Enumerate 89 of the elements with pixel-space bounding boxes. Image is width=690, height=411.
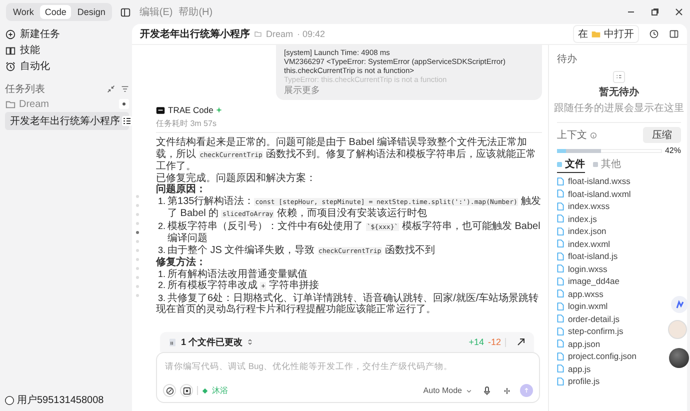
sidebar-item[interactable]: 新建任务 — [20, 27, 60, 41]
message-composer[interactable]: 请你编写代码、调试 Bug、优化性能等开发工作，交付生产级代码产物。 沐浴 Auto Mode — [156, 352, 540, 403]
list-number: 3. — [158, 244, 166, 256]
empty-title: 暂无待办 — [599, 86, 639, 99]
section-title: 任务列表 — [5, 82, 46, 96]
file-item[interactable]: login.wxss — [568, 264, 608, 274]
list-number: 3. — [158, 292, 166, 304]
file-item[interactable]: app.js — [568, 364, 591, 374]
filter-icon[interactable] — [121, 85, 129, 93]
file-item[interactable]: float-island.wxml — [568, 188, 631, 199]
todo-title: 待办 — [557, 52, 578, 66]
prompt-input[interactable]: 请你编写代码、调试 Bug、优化性能等开发工作，交付生产级代码产物。 — [163, 359, 533, 373]
file-item[interactable]: order-detail.js — [568, 314, 620, 324]
added-lines-count: +14 — [468, 337, 484, 347]
mode-tab[interactable]: Design — [72, 5, 110, 19]
folder-icon — [591, 29, 601, 39]
context-tab[interactable]: 文件 — [557, 157, 585, 173]
user-name: 用户595131458008 — [17, 394, 104, 407]
open-external-icon[interactable] — [516, 337, 526, 347]
removed-lines-count: -12 — [488, 337, 501, 347]
slash-circle-icon — [166, 386, 174, 394]
diamond-icon — [202, 388, 208, 394]
file-item[interactable]: app.json — [568, 338, 600, 349]
close-icon[interactable] — [674, 7, 684, 17]
agent-logo-icon — [156, 106, 165, 114]
panel-toggle-icon[interactable] — [669, 29, 679, 39]
folder-icon — [5, 98, 16, 110]
file-item[interactable]: float-island.wxss — [568, 176, 630, 186]
sidebar-toggle-icon[interactable] — [120, 6, 132, 18]
message-paragraph: 现在首页的灵动岛行程卡片和行程提醒功能应该能正常运行了。 — [156, 304, 437, 316]
file-item[interactable]: project.config.json — [568, 351, 637, 362]
voice-wave-icon[interactable] — [502, 386, 512, 396]
file-item[interactable]: index.js — [568, 214, 597, 224]
image-button[interactable] — [180, 384, 193, 397]
mention-button[interactable] — [163, 384, 176, 397]
file-item[interactable]: index.json — [568, 226, 606, 236]
history-icon[interactable] — [649, 29, 659, 39]
file-item[interactable]: profile.js — [568, 376, 600, 386]
empty-hint: 跟随任务的进展会显示在这里 — [554, 102, 684, 115]
image-icon — [182, 386, 190, 394]
file-item[interactable]: app.wxss — [568, 288, 604, 299]
restore-icon[interactable] — [650, 7, 660, 17]
context-percent: 42% — [664, 146, 681, 155]
compress-button[interactable]: 压缩 — [643, 127, 681, 143]
plus-circle-icon[interactable] — [5, 28, 16, 40]
sidebar-item[interactable]: 自动化 — [20, 59, 50, 73]
model-dropdown[interactable]: Auto Mode — [423, 386, 462, 395]
list-number: 1. — [158, 196, 166, 208]
chevron-down-icon[interactable] — [466, 388, 472, 394]
folder-icon — [254, 30, 262, 38]
open-in-folder-button[interactable]: 在 中打开 — [573, 25, 639, 43]
context-title: 上下文 — [557, 128, 587, 142]
folder-name: Dream — [266, 29, 294, 39]
info-icon — [590, 132, 597, 138]
expand-icon[interactable] — [246, 338, 253, 346]
list-number: 2. — [158, 220, 166, 232]
file-item[interactable]: step-confirm.js — [568, 326, 624, 336]
agent-name: TRAE Code — [168, 105, 214, 115]
task-title: 开发老年出行统筹小程序 — [140, 27, 250, 41]
message-paragraph: 已修复完成。问题原因和解决方案： — [156, 172, 317, 184]
context-tab[interactable]: 其他 — [593, 157, 621, 173]
avatar-circle[interactable] — [5, 396, 14, 404]
sidebar-item[interactable]: 技能 — [20, 43, 40, 57]
file-item[interactable]: index.wxss — [568, 201, 610, 212]
list-number: 1. — [158, 268, 166, 280]
changed-files-label[interactable]: 1 个文件已更改 — [181, 336, 243, 348]
list-number: 2. — [158, 280, 166, 292]
section-heading: 问题原因： — [156, 184, 207, 196]
alarm-clock-icon[interactable] — [5, 60, 16, 72]
spark-icon — [216, 107, 222, 113]
file-item[interactable]: image_dd4ae — [568, 276, 620, 286]
task-duration: 任务耗时 3m 57s — [156, 118, 216, 129]
file-item[interactable]: index.wxml — [568, 238, 610, 249]
file-item[interactable]: float-island.js — [568, 251, 618, 262]
section-heading: 修复方法： — [156, 257, 207, 268]
collapse-icon[interactable] — [107, 85, 115, 93]
arrow-up-icon — [523, 387, 530, 394]
mode-tab[interactable]: Work — [8, 5, 39, 19]
book-icon[interactable] — [5, 44, 16, 56]
task-time: · 09:42 — [297, 29, 326, 39]
empty-list-icon — [613, 71, 625, 83]
task-item[interactable]: 开发老年出行统筹小程序 — [5, 112, 129, 130]
file-item[interactable]: login.wxml — [568, 301, 608, 312]
more-icon[interactable] — [119, 99, 129, 109]
list-item-text: 共修复了6处：日期格式化、订单详情跳转、语音确认跳转、回家/就医/车站场景跳转 — [168, 292, 539, 304]
list-icon[interactable] — [122, 116, 132, 126]
mode-tab[interactable]: Code — [40, 5, 72, 19]
list-item-text: 所有解构语法改用普通变量赋值 — [168, 268, 308, 280]
microphone-icon[interactable] — [482, 386, 492, 396]
